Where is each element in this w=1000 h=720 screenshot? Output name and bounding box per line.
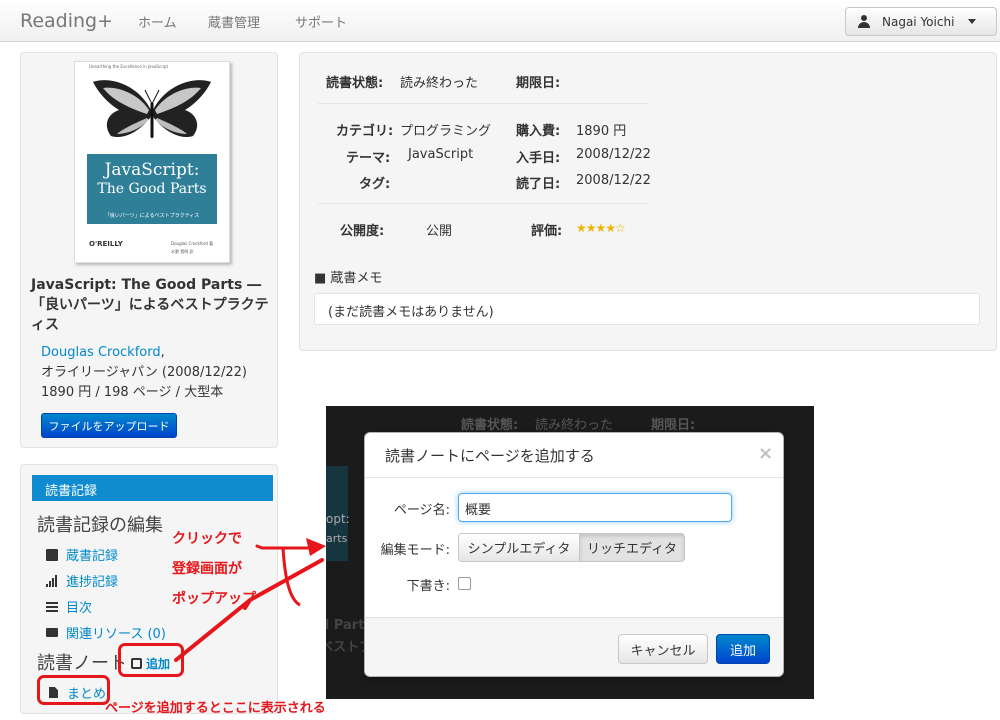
record-link-label[interactable]: 関連リソース (0) xyxy=(66,623,166,642)
record-link-progress[interactable]: 進捗記録 xyxy=(46,571,118,590)
modal-divider xyxy=(365,477,783,478)
rating-label: 評価: xyxy=(531,224,563,239)
cover-authors: Douglas Crockford 著 水野 貴明 訳 xyxy=(171,240,213,256)
reading-record-header: 読書記録 xyxy=(32,475,273,501)
cancel-button[interactable]: キャンセル xyxy=(618,634,708,664)
page-name-label: ページ名: xyxy=(393,503,450,518)
author-link[interactable]: Douglas Crockford xyxy=(41,345,161,360)
overlay-status-label: 読書状態: xyxy=(461,418,519,433)
overlay-partial-text: d Part xyxy=(326,618,365,633)
folder-icon xyxy=(46,628,58,637)
reading-note-heading: 読書ノート xyxy=(37,653,127,674)
divider xyxy=(318,203,648,204)
modal-footer: キャンセル 追加 xyxy=(365,617,783,676)
user-menu-button[interactable]: Nagai Yoichi xyxy=(845,7,997,36)
record-link-label[interactable]: 進捗記録 xyxy=(66,571,118,590)
annotation-highlight-add xyxy=(118,643,184,677)
visibility-label: 公開度: xyxy=(340,224,385,239)
cover-title-line1: JavaScript: xyxy=(104,160,200,180)
cover-subtitle: 「良いパーツ」によるベストプラクティス xyxy=(104,213,200,219)
record-link-library[interactable]: 蔵書記録 xyxy=(46,545,118,564)
overlay-partial-text: arts xyxy=(326,532,348,545)
page-name-input[interactable]: 概要 xyxy=(458,493,732,522)
book-title: JavaScript: The Good Parts ―「良いパーツ」によるベス… xyxy=(31,277,269,333)
publisher-text: オライリージャパン (2008/12/22) xyxy=(41,365,247,380)
visibility-value: 公開 xyxy=(426,224,453,239)
add-page-modal: 読書ノートにページを追加する × ページ名: 概要 編集モード: シンプルエディ… xyxy=(364,432,784,677)
finished-label: 読了日: xyxy=(516,177,561,192)
cover-translator: 水野 貴明 訳 xyxy=(171,249,194,254)
record-link-label[interactable]: 目次 xyxy=(66,597,92,616)
simple-editor-button[interactable]: シンプルエディタ xyxy=(458,533,580,562)
butterfly-illustration xyxy=(93,80,211,138)
add-button[interactable]: 追加 xyxy=(716,634,770,664)
draft-checkbox[interactable] xyxy=(458,577,471,590)
book-info-text: 1890 円 / 198 ページ / 大型本 xyxy=(41,385,224,400)
book-panel: Unearthing the Excellence in JavaScript … xyxy=(20,52,278,448)
status-label: 読書状態: xyxy=(326,76,384,91)
category-label: カテゴリ: xyxy=(336,124,394,139)
bar-chart-icon xyxy=(46,574,58,587)
overlay-due-label: 期限日: xyxy=(651,418,696,433)
annotation-click-line2: 登録画面が xyxy=(172,561,242,577)
cover-title-line2: The Good Parts xyxy=(97,181,207,197)
nav-item-library[interactable]: 蔵書管理 xyxy=(208,12,260,31)
rating-stars: ★★★★☆ xyxy=(576,221,626,235)
annotation-arrow-line xyxy=(281,547,301,607)
overlay-partial-text: opt: xyxy=(326,512,350,526)
close-icon[interactable]: × xyxy=(758,443,773,464)
annotation-highlight-matome xyxy=(37,675,110,705)
record-link-resources[interactable]: 関連リソース (0) xyxy=(46,623,166,642)
user-icon xyxy=(858,15,870,28)
acquired-value: 2008/12/22 xyxy=(576,147,651,162)
annotation-click-line3: ポップアップ xyxy=(172,591,256,607)
edit-mode-label: 編集モード: xyxy=(380,543,450,558)
book-cover-image[interactable]: Unearthing the Excellence in JavaScript … xyxy=(74,61,230,263)
record-edit-heading: 読書記録の編集 xyxy=(37,515,163,536)
navbar: Reading+ ホーム 蔵書管理 サポート Nagai Yoichi xyxy=(0,0,1000,42)
nav-item-home[interactable]: ホーム xyxy=(138,12,177,31)
nav-item-support[interactable]: サポート xyxy=(295,12,347,31)
record-link-toc[interactable]: 目次 xyxy=(46,597,92,616)
category-link[interactable]: プログラミング xyxy=(400,120,491,139)
due-date-label: 期限日: xyxy=(516,76,561,91)
theme-label: テーマ: xyxy=(346,151,391,166)
price-value: 1890 円 xyxy=(576,124,627,139)
cover-author: Douglas Crockford 著 xyxy=(171,241,214,246)
annotation-bottom-text: ページを追加するとここに表示される xyxy=(105,701,326,716)
overlay-status-value: 読み終わった xyxy=(535,418,614,433)
divider xyxy=(318,103,648,104)
tag-label: タグ: xyxy=(359,177,391,192)
annotation-click-line1: クリックで xyxy=(172,531,242,547)
rich-editor-button[interactable]: リッチエディタ xyxy=(579,533,685,562)
chevron-down-icon xyxy=(968,19,977,24)
draft-label: 下書き: xyxy=(406,579,450,594)
acquired-label: 入手日: xyxy=(516,151,561,166)
book-meta: Douglas Crockford, オライリージャパン (2008/12/22… xyxy=(41,343,247,403)
record-link-label[interactable]: 蔵書記録 xyxy=(66,545,118,564)
publisher-logo: O'REILLY xyxy=(89,240,123,248)
upload-file-button[interactable]: ファイルをアップロード xyxy=(41,413,177,438)
theme-link[interactable]: JavaScript xyxy=(408,147,473,162)
book-icon xyxy=(46,548,58,561)
brand-logo[interactable]: Reading+ xyxy=(20,10,113,32)
user-name: Nagai Yoichi xyxy=(882,14,955,29)
list-icon xyxy=(46,601,58,612)
memo-title: ■ 蔵書メモ xyxy=(314,271,383,286)
finished-value: 2008/12/22 xyxy=(576,173,651,188)
annotation-arrow-head xyxy=(306,538,326,556)
cover-top-text: Unearthing the Excellence in JavaScript xyxy=(89,64,169,69)
book-details-panel: 読書状態: 読み終わった 期限日: カテゴリ: プログラミング 購入費: 189… xyxy=(299,52,997,351)
status-value: 読み終わった xyxy=(400,76,479,91)
memo-box: (まだ読書メモはありません) xyxy=(314,293,980,325)
author-separator: , xyxy=(160,345,165,360)
modal-title: 読書ノートにページを追加する xyxy=(385,447,595,465)
price-label: 購入費: xyxy=(516,124,561,139)
